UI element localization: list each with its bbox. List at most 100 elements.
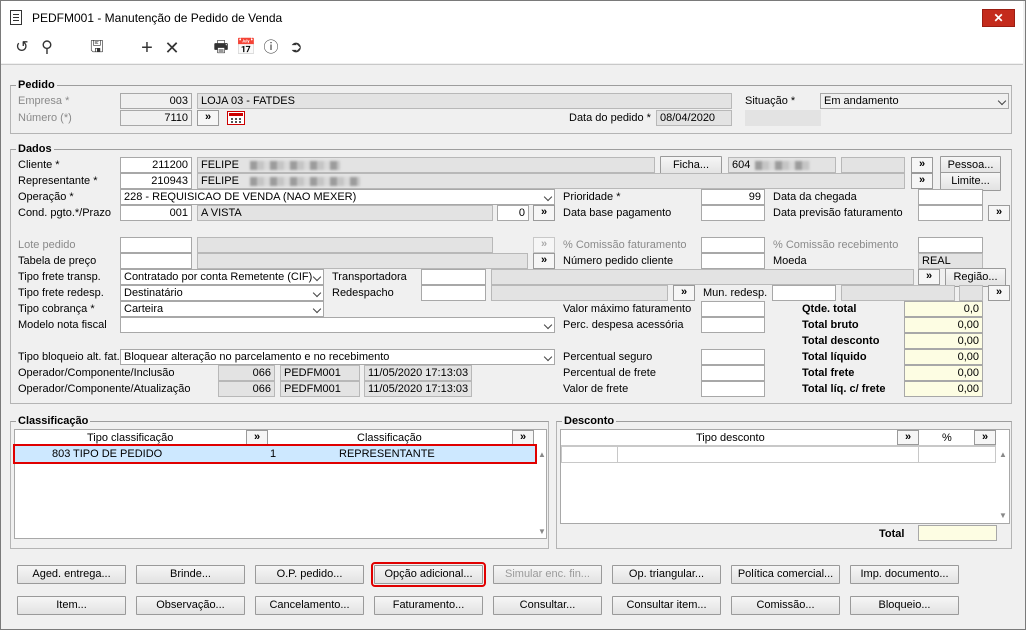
print-icon[interactable]: 🖶 [211,38,231,58]
data-base-field[interactable] [701,205,765,221]
add-icon[interactable]: + [137,38,157,58]
consultar-item-button[interactable]: Consultar item... [612,596,721,615]
data-previsao-label: Data previsão faturamento [773,207,903,219]
bloqueio-select[interactable]: Bloquear alteração no parcelamento e no … [120,349,555,365]
prioridade-field[interactable]: 99 [701,189,765,205]
cond-pgto-code-field[interactable]: 001 [120,205,192,221]
pedido-group-title: Pedido [16,79,57,91]
cliente-name: FELIPE [201,159,239,171]
num-pedido-cliente-label: Número pedido cliente [563,255,674,267]
op-pedido-button[interactable]: O.P. pedido... [255,565,364,584]
col-classificacao[interactable]: Classificação [357,431,422,445]
perc-seguro-field[interactable] [701,349,765,365]
data-previsao-field[interactable] [918,205,983,221]
tabela-preco-more-button[interactable]: » [533,253,555,269]
representante-more-button[interactable]: » [911,173,933,189]
lote-field[interactable] [120,237,192,253]
perc-despesa-field[interactable] [701,317,765,333]
cobranca-select[interactable]: Carteira [120,301,324,317]
table-row[interactable] [561,446,996,463]
representante-name-field: FELIPE [197,173,905,189]
consultar-button[interactable]: Consultar... [493,596,602,615]
simular-enc-fin-button[interactable]: Simular enc. fin... [493,565,602,584]
redespacho-label: Redespacho [332,287,394,299]
valor-frete-field[interactable] [701,381,765,397]
row-divider [918,446,919,463]
calendar-icon[interactable] [227,111,245,125]
tipo-classificacao-more-button[interactable]: » [246,430,268,445]
redespacho-name-field [491,285,668,301]
comissao-button[interactable]: Comissão... [731,596,840,615]
op-inclusao-comp-field: PEDFM001 [280,365,360,381]
redespacho-more-button[interactable]: » [673,285,695,301]
perc-despesa-label: Perc. despesa acessória [563,319,684,331]
delete-icon[interactable]: ✕ [162,38,182,58]
valor-maximo-field[interactable] [701,301,765,317]
lote-more-button[interactable]: » [533,237,555,253]
save-icon[interactable]: 🖫 [87,38,107,58]
document-icon [10,10,22,25]
transportadora-more-button[interactable]: » [918,269,940,285]
tabela-preco-field[interactable] [120,253,192,269]
imp-documento-button[interactable]: Imp. documento... [850,565,959,584]
qtde-total-label: Qtde. total [802,303,857,315]
help-icon[interactable]: ⓘ [261,38,281,58]
cliente-code-field[interactable]: 211200 [120,157,192,173]
percent-more-button[interactable]: » [974,430,996,445]
mun-redesp-name-field [841,285,955,301]
politica-comercial-button[interactable]: Política comercial... [731,565,840,584]
comissao-rec-label: % Comissão recebimento [773,239,899,251]
mun-redesp-code-field[interactable] [772,285,836,301]
frete-redesp-select[interactable]: Destinatário [120,285,324,301]
search-icon[interactable]: ⚲ [37,38,57,58]
col-tipo-desconto[interactable]: Tipo desconto [696,431,765,445]
data-previsao-more-button[interactable]: » [988,205,1010,221]
chevron-down-icon [312,288,322,298]
calendar-icon[interactable]: 📅 [236,38,256,58]
cliente-more-button[interactable]: » [911,157,933,173]
perc-frete-field[interactable] [701,365,765,381]
transportadora-code-field[interactable] [421,269,486,285]
col-tipo-classificacao[interactable]: Tipo classificação [87,431,173,445]
modelo-nota-label: Modelo nota fiscal [18,319,107,331]
redespacho-code-field[interactable] [421,285,486,301]
operacao-value: 228 - REQUISICAO DE VENDA (NAO MEXER) [124,191,357,203]
observacao-button[interactable]: Observação... [136,596,245,615]
comissao-rec-field[interactable] [918,237,983,253]
bloqueio-button[interactable]: Bloqueio... [850,596,959,615]
transportadora-name-field [491,269,914,285]
exit-icon[interactable]: ➲ [286,38,306,58]
desconto-scrollbar[interactable]: ▲ ▼ [998,448,1008,522]
total-frete-label: Total frete [802,367,855,379]
opcao-adicional-button[interactable]: Opção adicional... [371,562,486,587]
item-button[interactable]: Item... [17,596,126,615]
situacao-select[interactable]: Em andamento [820,93,1009,109]
close-button[interactable]: ✕ [982,9,1015,27]
modelo-nota-select[interactable] [120,317,555,333]
aged-entrega-button[interactable]: Aged. entrega... [17,565,126,584]
empresa-code-field: 003 [120,93,192,109]
data-chegada-field[interactable] [918,189,983,205]
moeda-label: Moeda [773,255,807,267]
brinde-button[interactable]: Brinde... [136,565,245,584]
operacao-select[interactable]: 228 - REQUISICAO DE VENDA (NAO MEXER) [120,189,555,205]
mun-redesp-more-button[interactable]: » [988,285,1010,301]
faturamento-button[interactable]: Faturamento... [374,596,483,615]
classificacao-more-button[interactable]: » [512,430,534,445]
col-percent[interactable]: % [942,431,952,445]
comissao-fat-field[interactable] [701,237,765,253]
cond-pgto-more-button[interactable]: » [533,205,555,221]
prazo-field[interactable]: 0 [497,205,529,221]
classificacao-scrollbar[interactable]: ▲ ▼ [536,448,546,538]
representante-code-field[interactable]: 210943 [120,173,192,189]
classificacao-group-title: Classificação [16,415,91,427]
frete-transp-select[interactable]: Contratado por conta Remetente (CIF) [120,269,324,285]
refresh-icon[interactable]: ↺ [12,38,32,58]
cobranca-label: Tipo cobrança * [18,303,95,315]
numero-lookup-button[interactable]: » [197,110,219,126]
num-pedido-cliente-field[interactable] [701,253,765,269]
row-num: 1 [270,448,277,460]
cancelamento-button[interactable]: Cancelamento... [255,596,364,615]
tipo-desconto-more-button[interactable]: » [897,430,919,445]
op-triangular-button[interactable]: Op. triangular... [612,565,721,584]
